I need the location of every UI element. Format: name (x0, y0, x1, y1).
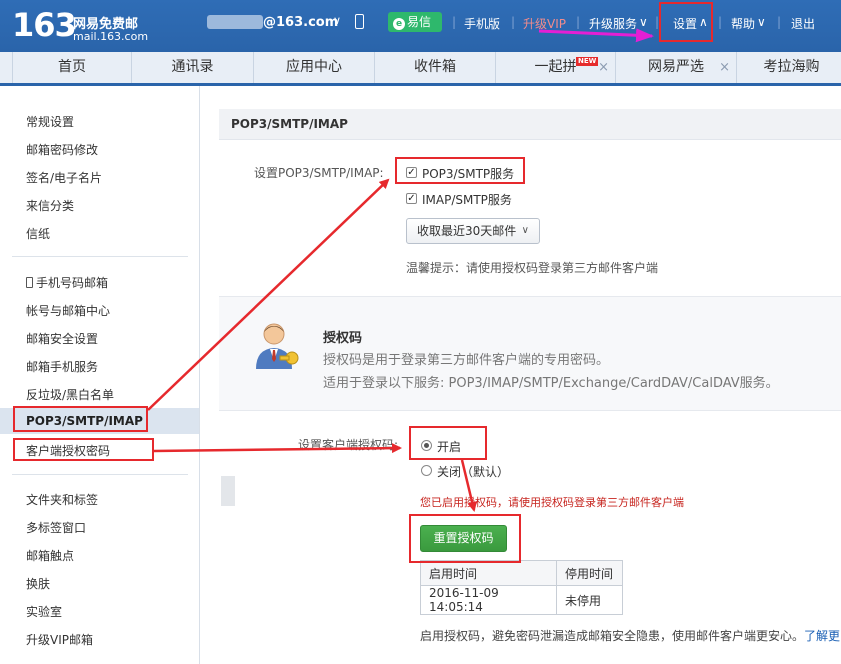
sidebar-item-folders-tags[interactable]: 文件夹和标签 (26, 491, 98, 508)
auth-history-table: 启用时间 停用时间 2016-11-09 14:05:14 未停用 (420, 560, 623, 615)
chevron-down-icon: ∨ (521, 225, 529, 236)
header-separator: | (452, 15, 457, 29)
col-enabled-time: 启用时间 (420, 560, 557, 586)
sidebar-divider (12, 474, 188, 475)
sidebar-item-security[interactable]: 邮箱安全设置 (26, 330, 98, 347)
yixin-button[interactable]: e 易信 (388, 12, 442, 32)
select-value: 收取最近30天邮件 (417, 224, 517, 238)
table-row: 2016-11-09 14:05:14 未停用 (420, 585, 623, 615)
tab-yanxuan[interactable]: 网易严选 × (616, 52, 737, 83)
enabled-time-value: 2016-11-09 14:05:14 (420, 585, 557, 615)
header-separator: | (718, 15, 723, 29)
yixin-icon: e (393, 18, 405, 30)
auth-disable-label[interactable]: 关闭（默认） (437, 463, 509, 480)
yixin-label: 易信 (407, 15, 432, 29)
close-icon[interactable]: × (598, 52, 609, 83)
upgrade-service-link[interactable]: 升级服务 (589, 15, 637, 32)
panel-header: POP3/SMTP/IMAP (219, 109, 841, 140)
chevron-down-icon[interactable]: ∨ (333, 14, 341, 27)
sidebar-item-upgrade-vip[interactable]: 升级VIP邮箱 (26, 631, 93, 648)
sidebar-item-mail-rules[interactable]: 来信分类 (26, 197, 74, 214)
tab-kaola[interactable]: 考拉海购 (737, 52, 841, 83)
highlight-pop3-checkbox (395, 157, 525, 184)
auth-disable-radio[interactable] (421, 465, 432, 476)
auth-code-desc: 授权码是用于登录第三方邮件客户端的专用密码。 (323, 353, 610, 368)
logo-number[interactable]: 163 (12, 6, 77, 44)
account-name-redacted (207, 15, 263, 29)
footer-note: 启用授权码，避免密码泄漏造成邮箱安全隐患，使用邮件客户端更安心。了解更 (420, 627, 840, 644)
mobile-version-link[interactable]: 手机版 (464, 15, 500, 32)
header-separator: | (576, 15, 581, 29)
sidebar-item-lab[interactable]: 实验室 (26, 603, 62, 620)
chevron-down-icon[interactable]: ∨ (639, 15, 648, 29)
hint-text: 温馨提示：请使用授权码登录第三方邮件客户端 (406, 261, 659, 275)
tab-contacts[interactable]: 通讯录 (132, 52, 254, 83)
imap-smtp-checkbox[interactable]: ✓ (406, 193, 417, 204)
close-icon[interactable]: × (719, 52, 730, 83)
sidebar-item-label: 手机号码邮箱 (36, 276, 109, 290)
tab-home[interactable]: 首页 (12, 52, 132, 83)
imap-smtp-label[interactable]: IMAP/SMTP服务 (422, 191, 512, 208)
mobile-phone-icon[interactable] (355, 14, 364, 29)
col-disabled-time: 停用时间 (556, 560, 623, 586)
highlight-reset-button (409, 514, 521, 563)
upgrade-vip-link[interactable]: 升级VIP (523, 15, 566, 32)
sidebar-item-phone-mailbox[interactable]: 手机号码邮箱 (26, 274, 108, 291)
account-address[interactable]: @163.com (263, 15, 338, 30)
header-separator: | (511, 15, 516, 29)
footer-text: 启用授权码，避免密码泄漏造成邮箱安全隐患，使用邮件客户端更安心。 (420, 629, 805, 643)
tab-inbox[interactable]: 收件箱 (375, 52, 496, 83)
logout-link[interactable]: 退出 (791, 15, 815, 32)
settings-sidebar: 常规设置 邮箱密码修改 签名/电子名片 来信分类 信纸 手机号码邮箱 帐号与邮箱… (0, 86, 200, 664)
tab-label: 网易严选 (648, 59, 704, 75)
help-link[interactable]: 帮助 (731, 15, 755, 32)
highlight-enable-radio (409, 426, 487, 460)
header-separator: | (777, 15, 782, 29)
auth-code-title: 授权码 (323, 331, 363, 346)
panel-edge (221, 476, 235, 506)
disabled-time-value: 未停用 (556, 585, 623, 615)
tab-label: 一起拼 (534, 59, 577, 75)
highlight-sidebar-auth (13, 438, 154, 461)
auth-warning: 您已启用授权码，请使用授权码登录第三方邮件客户端 (420, 496, 684, 509)
fetch-range-select[interactable]: 收取最近30天邮件 ∨ (406, 218, 540, 244)
chevron-down-icon[interactable]: ∨ (757, 15, 766, 29)
tab-group-buy[interactable]: 一起拼 NEW × (496, 52, 616, 83)
panel-title: POP3/SMTP/IMAP (231, 117, 348, 131)
sidebar-item-password[interactable]: 邮箱密码修改 (26, 141, 98, 158)
learn-more-link[interactable]: 了解更 (804, 629, 840, 643)
tab-bar: 首页 通讯录 应用中心 收件箱 一起拼 NEW × 网易严选 × 考拉海购 (0, 52, 841, 86)
sidebar-item-general[interactable]: 常规设置 (26, 113, 74, 130)
logo-domain: mail.163.com (73, 30, 149, 43)
sidebar-item-multi-tab[interactable]: 多标签窗口 (26, 519, 86, 536)
sidebar-item-signature[interactable]: 签名/电子名片 (26, 169, 102, 186)
user-key-icon (256, 323, 299, 369)
sidebar-item-stationery[interactable]: 信纸 (26, 225, 50, 242)
highlight-sidebar-pop3 (13, 406, 148, 432)
highlight-settings (659, 2, 713, 42)
phone-icon (26, 277, 33, 288)
client-auth-label: 设置客户端授权码: (298, 438, 399, 452)
sidebar-item-skin[interactable]: 换肤 (26, 575, 50, 592)
sidebar-item-antispam[interactable]: 反垃圾/黑白名单 (26, 386, 114, 403)
table-header-row: 启用时间 停用时间 (420, 560, 623, 586)
sidebar-item-touchpoints[interactable]: 邮箱触点 (26, 547, 74, 564)
auth-code-services: 适用于登录以下服务: POP3/IMAP/SMTP/Exchange/CardD… (323, 376, 779, 391)
sidebar-item-mobile-service[interactable]: 邮箱手机服务 (26, 358, 98, 375)
app-header: 163 网易免费邮 mail.163.com @163.com ∨ e 易信 | … (0, 0, 841, 52)
tab-app-center[interactable]: 应用中心 (254, 52, 375, 83)
sidebar-divider (12, 256, 188, 257)
pop3-setting-label: 设置POP3/SMTP/IMAP: (254, 166, 384, 180)
new-badge: NEW (576, 57, 599, 66)
sidebar-item-account-center[interactable]: 帐号与邮箱中心 (26, 302, 110, 319)
auth-code-info: 授权码 授权码是用于登录第三方邮件客户端的专用密码。 适用于登录以下服务: PO… (219, 296, 841, 411)
